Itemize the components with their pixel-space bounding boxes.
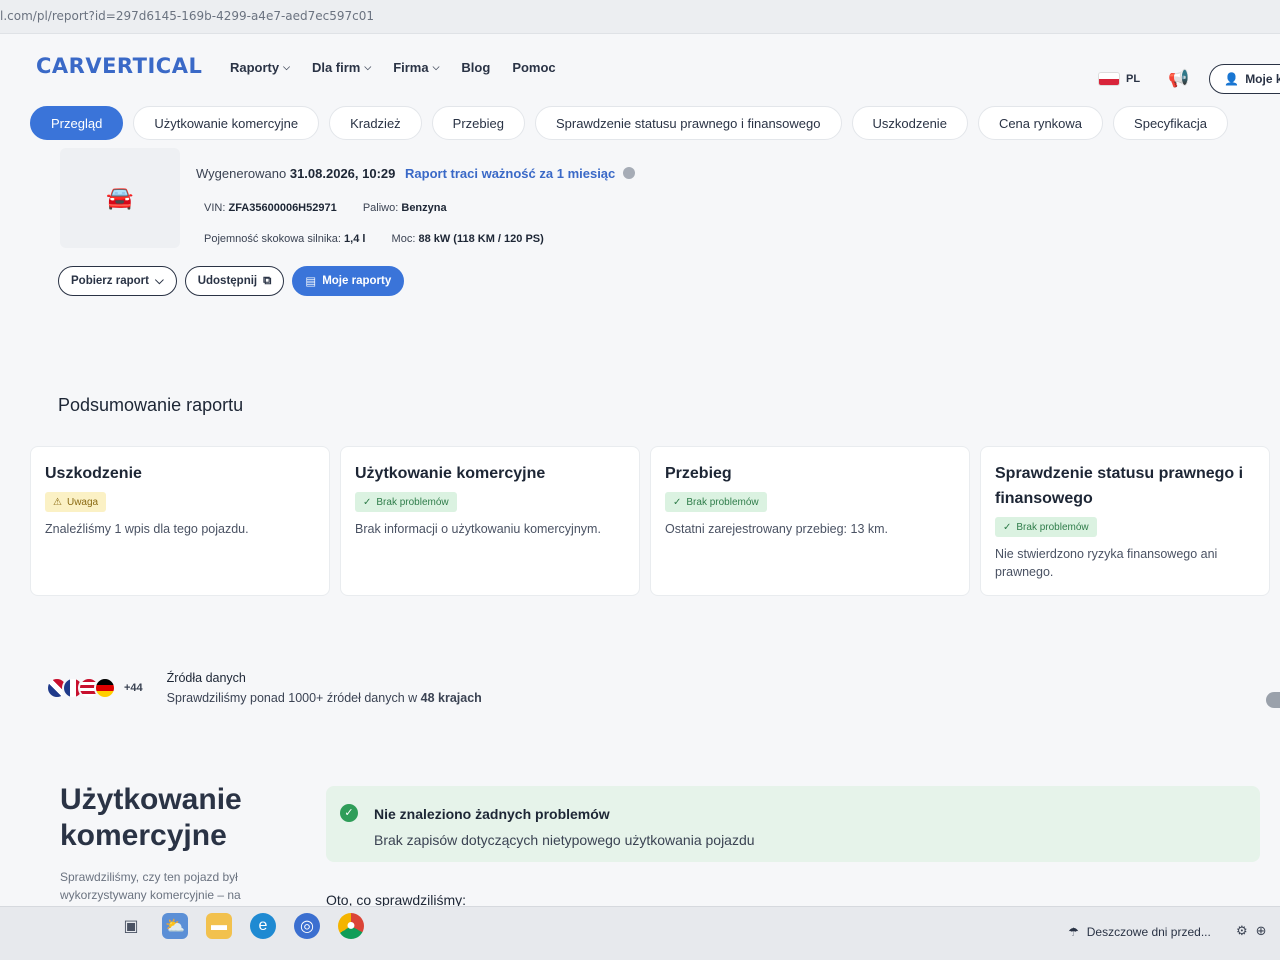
widgets-icon[interactable]: ⛅	[162, 913, 188, 939]
share-button[interactable]: Udostępnij ⧉	[184, 266, 285, 296]
tab-uzytkowanie-komercyjne[interactable]: Użytkowanie komercyjne	[133, 106, 320, 140]
download-report-button[interactable]: Pobierz raport ⌵	[58, 266, 177, 296]
fuel-value: Benzyna	[401, 202, 447, 214]
scroll-handle[interactable]	[1266, 692, 1280, 708]
expiry-text: Raport traci ważność za 1 miesiąc	[405, 166, 616, 181]
nav-raporty[interactable]: Raporty ⌵	[230, 60, 290, 75]
more-countries-count: +44	[124, 682, 143, 694]
file-explorer-icon[interactable]: ▬	[206, 913, 232, 939]
header-right: PL 📢 👤 Moje ko	[1098, 64, 1280, 94]
nav-pomoc[interactable]: Pomoc	[512, 60, 555, 75]
tab-uszkodzenie[interactable]: Uszkodzenie	[851, 106, 968, 140]
summary-title: Podsumowanie raportu	[58, 395, 244, 415]
url-text[interactable]: l.com/pl/report?id=297d6145-169b-4299-a4…	[0, 9, 374, 23]
tab-cena-rynkowa[interactable]: Cena rynkowa	[977, 106, 1104, 140]
document-icon: ▤	[305, 276, 317, 288]
language-selector[interactable]: PL	[1126, 73, 1140, 85]
umbrella-icon: ☂	[1068, 925, 1079, 939]
chevron-down-icon: ⌵	[364, 62, 372, 72]
browser-url-bar[interactable]: l.com/pl/report?id=297d6145-169b-4299-a4…	[0, 0, 1280, 34]
account-button[interactable]: 👤 Moje ko	[1209, 64, 1280, 94]
vehicle-image-placeholder: 🚘	[60, 148, 180, 248]
info-icon[interactable]	[622, 167, 635, 179]
user-icon: 👤	[1224, 72, 1240, 86]
check-circle-icon: ✓	[340, 804, 358, 822]
tab-przeglad[interactable]: Przegląd	[30, 106, 124, 140]
summary-card-damage[interactable]: Uszkodzenie ⚠ Uwaga Znaleźliśmy 1 wpis d…	[30, 446, 330, 596]
sources-text: Źródła danych Sprawdziliśmy ponad 1000+ …	[166, 671, 482, 705]
no-problems-box: ✓ Nie znaleziono żadnych problemów Brak …	[326, 786, 1260, 862]
browser-icon[interactable]: ◎	[294, 913, 320, 939]
status-badge: ✓ Brak problemów	[665, 492, 767, 512]
status-badge: ⚠ Uwaga	[45, 492, 107, 512]
chrome-icon[interactable]: ●	[338, 913, 364, 939]
os-taskbar: ▣ ⛅ ▬ e ◎ ● ☂ Deszczowe dni przed... ⚙ ⊕	[0, 906, 1280, 960]
task-view-icon[interactable]: ▣	[118, 913, 144, 939]
report-tabs: Przegląd Użytkowanie komercyjne Kradzież…	[30, 106, 1229, 140]
tab-status-prawny[interactable]: Sprawdzenie statusu prawnego i finansowe…	[534, 106, 842, 140]
germany-flag-icon	[94, 677, 116, 699]
nav-blog[interactable]: Blog	[461, 60, 490, 75]
nav-firma[interactable]: Firma ⌵	[393, 60, 439, 75]
poland-flag-icon[interactable]	[1098, 72, 1120, 86]
globe-icon[interactable]: ⊕	[1256, 923, 1267, 939]
report-generated-line: Wygenerowano 31.08.2026, 10:29 Raport tr…	[196, 166, 635, 181]
check-circle-icon: ✓	[673, 496, 682, 508]
check-circle-icon: ✓	[363, 496, 372, 508]
country-flags	[46, 677, 116, 699]
engine-value: 1,4 l	[344, 233, 366, 245]
system-tray: ⚙ ⊕	[1236, 923, 1267, 939]
report-actions: Pobierz raport ⌵ Udostępnij ⧉ ▤ Moje rap…	[58, 266, 405, 296]
vehicle-specs-row-1: VIN: ZFA35600006H52971 Paliwo: Benzyna	[204, 202, 447, 214]
status-badge: ✓ Brak problemów	[355, 492, 457, 512]
power-value: 88 kW (118 KM / 120 PS)	[418, 233, 544, 245]
carvertical-logo[interactable]: CARVERTICAL	[36, 54, 202, 78]
status-badge: ✓ Brak problemów	[995, 517, 1097, 537]
summary-cards: Uszkodzenie ⚠ Uwaga Znaleźliśmy 1 wpis d…	[30, 446, 1270, 606]
site-header: CARVERTICAL Raporty ⌵ Dla firm ⌵ Firma ⌵ Bl…	[0, 34, 1280, 98]
taskbar-apps: ▣ ⛅ ▬ e ◎ ●	[118, 913, 364, 939]
warning-icon: ⚠	[53, 496, 62, 508]
summary-card-mileage[interactable]: Przebieg ✓ Brak problemów Ostatni zareje…	[650, 446, 970, 596]
tab-przebieg[interactable]: Przebieg	[431, 106, 525, 140]
chevron-down-icon: ⌵	[432, 62, 440, 72]
vehicle-specs-row-2: Pojemność skokowa silnika: 1,4 l Moc: 88…	[204, 233, 544, 245]
chevron-down-icon: ⌵	[154, 274, 164, 287]
network-icon[interactable]: ⚙	[1236, 923, 1248, 939]
chevron-down-icon: ⌵	[283, 62, 290, 72]
megaphone-icon[interactable]: 📢	[1168, 69, 1189, 89]
commercial-use-subtitle: Sprawdziliśmy, czy ten pojazd był wykorz…	[60, 870, 241, 902]
summary-card-legal-financial[interactable]: Sprawdzenie statusu prawnego i finansowe…	[980, 446, 1270, 596]
nav-dla-firm[interactable]: Dla firm ⌵	[312, 60, 371, 75]
commercial-use-title: Użytkowanie komercyjne	[60, 783, 242, 852]
my-reports-button[interactable]: ▤ Moje raporty	[292, 266, 405, 296]
generated-date: 31.08.2026, 10:29	[289, 166, 396, 181]
tab-kradziez[interactable]: Kradzież	[329, 106, 422, 140]
external-link-icon: ⧉	[263, 274, 272, 287]
data-sources: +44 Źródła danych Sprawdziliśmy ponad 10…	[46, 668, 482, 708]
car-icon: 🚘	[106, 185, 134, 210]
vin-value: ZFA35600006H52971	[228, 202, 337, 214]
main-nav: Raporty ⌵ Dla firm ⌵ Firma ⌵ Blog Pomoc	[230, 60, 556, 75]
edge-icon[interactable]: e	[250, 913, 276, 939]
weather-widget[interactable]: ☂ Deszczowe dni przed...	[1068, 925, 1211, 939]
summary-card-commercial-use[interactable]: Użytkowanie komercyjne ✓ Brak problemów …	[340, 446, 640, 596]
check-circle-icon: ✓	[1003, 521, 1012, 533]
tab-specyfikacja[interactable]: Specyfikacja	[1113, 106, 1229, 140]
